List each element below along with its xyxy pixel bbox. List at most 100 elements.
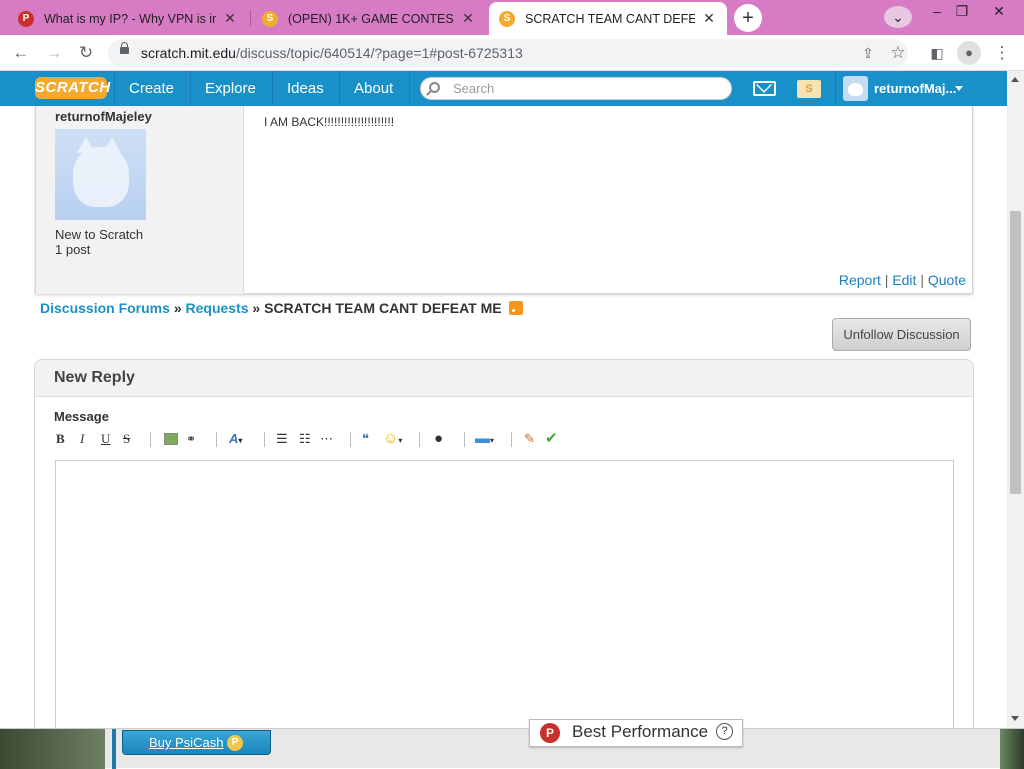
post-actions: Report | Edit | Quote <box>839 272 966 288</box>
vertical-scrollbar[interactable] <box>1007 71 1024 728</box>
avatar[interactable] <box>843 76 868 101</box>
buy-psicash-button[interactable]: Buy PsiCash P <box>122 730 271 755</box>
edit-link[interactable]: Edit <box>892 272 916 288</box>
profile-icon[interactable]: ● <box>957 41 981 65</box>
list-item-icon[interactable]: ⋯ <box>320 430 333 448</box>
scratch-navbar: SCRATCH Create Explore Ideas About Searc… <box>0 71 1007 106</box>
close-tab-icon[interactable]: ✕ <box>701 10 717 27</box>
breadcrumb-separator: » <box>252 300 261 316</box>
toolbar-separator <box>216 432 217 447</box>
message-textarea[interactable] <box>55 460 954 768</box>
cat-silhouette-icon <box>73 137 129 207</box>
unfollow-discussion-button[interactable]: Unfollow Discussion <box>832 318 971 351</box>
address-bar[interactable]: scratch.mit.edu/discuss/topic/640514/?pa… <box>108 39 908 67</box>
tab-title: SCRATCH TEAM CANT DEFEAT M <box>525 11 695 26</box>
breadcrumb-forums[interactable]: Discussion Forums <box>40 300 170 316</box>
back-arrow-icon[interactable]: ← <box>9 41 33 65</box>
nav-ideas[interactable]: Ideas <box>273 71 338 106</box>
my-stuff-icon[interactable]: S <box>797 80 821 98</box>
report-link[interactable]: Report <box>839 272 881 288</box>
quote-icon[interactable]: ❝ <box>362 430 369 448</box>
tab-separator <box>250 10 251 26</box>
editor-toolbar: B I U S ⚭ A▾ ☰ ☷ ⋯ ❝ ☺▾ ● ▬▾ ✎ ✔ <box>54 430 954 450</box>
preview-check-icon[interactable]: ✔ <box>545 430 558 448</box>
breadcrumb-category[interactable]: Requests <box>186 300 249 316</box>
underline-button[interactable]: U <box>101 430 110 448</box>
lock-icon <box>120 42 129 54</box>
browser-tab-active[interactable]: S SCRATCH TEAM CANT DEFEAT M ✕ <box>489 2 727 35</box>
smiley-icon[interactable]: ☺▾ <box>383 430 402 448</box>
scratch-favicon-icon: S <box>262 10 278 27</box>
quote-link[interactable]: Quote <box>928 272 966 288</box>
tab-search-chevron-icon[interactable]: ⌄ <box>884 6 912 28</box>
nav-divider <box>409 71 410 106</box>
font-color-letter: A <box>229 431 239 446</box>
separator: | <box>920 272 924 288</box>
nav-about[interactable]: About <box>340 71 407 106</box>
italic-button[interactable]: I <box>80 430 84 448</box>
ad-stripe <box>112 729 116 769</box>
chevron-down-icon[interactable] <box>955 86 963 91</box>
close-tab-icon[interactable]: ✕ <box>460 10 476 27</box>
scratchblocks-icon[interactable]: ▬▾ <box>475 430 494 448</box>
toolbar-separator <box>464 432 465 447</box>
post-author-name[interactable]: returnofMajeley <box>55 109 152 124</box>
author-avatar[interactable] <box>55 129 146 220</box>
nav-create[interactable]: Create <box>115 71 188 106</box>
link-icon[interactable]: ⚭ <box>186 430 196 448</box>
post-count: 1 post <box>55 242 91 257</box>
search-input[interactable]: Search <box>420 77 732 100</box>
new-reply-heading: New Reply <box>35 360 973 397</box>
close-tab-icon[interactable]: ✕ <box>222 10 238 27</box>
search-placeholder: Search <box>453 81 495 96</box>
rank-text: New to Scratch <box>55 227 144 242</box>
toolbar-separator <box>350 432 351 447</box>
forward-arrow-icon[interactable]: → <box>42 41 66 65</box>
scroll-down-icon[interactable] <box>1011 716 1019 721</box>
breadcrumb-separator: » <box>173 300 182 316</box>
page-content: returnofMajeley New to Scratch 1 post I … <box>0 106 1007 768</box>
nav-explore[interactable]: Explore <box>191 71 270 106</box>
share-icon[interactable]: ⇪ <box>856 41 880 65</box>
font-color-icon[interactable]: A▾ <box>229 430 242 448</box>
tab-title: (OPEN) 1K+ GAME CONTEST on <box>288 11 454 26</box>
restore-button[interactable]: ❐ <box>947 0 977 35</box>
sidebar-icon[interactable]: ◧ <box>925 41 949 65</box>
post-author-panel: returnofMajeley New to Scratch 1 post <box>36 106 244 294</box>
bulleted-list-icon[interactable]: ☰ <box>276 430 288 448</box>
separator: | <box>884 272 889 288</box>
globe-icon[interactable]: ● <box>434 430 443 448</box>
rss-icon[interactable] <box>509 301 524 315</box>
new-tab-button[interactable]: + <box>734 4 762 32</box>
numbered-list-icon[interactable]: ☷ <box>299 430 311 448</box>
messages-icon[interactable] <box>753 81 776 96</box>
psiphon-icon: P <box>540 723 560 743</box>
url-text: scratch.mit.edu/discuss/topic/640514/?pa… <box>141 45 523 61</box>
strike-button[interactable]: S <box>123 430 130 448</box>
psiphon-icon: P <box>18 10 34 27</box>
close-window-button[interactable]: ✕ <box>984 0 1014 35</box>
browser-toolbar: ← → ↻ scratch.mit.edu/discuss/topic/6405… <box>0 35 1024 71</box>
message-label: Message <box>54 409 109 424</box>
bold-button[interactable]: B <box>56 430 65 448</box>
nav-divider <box>835 71 836 106</box>
more-menu-icon[interactable]: ⋮ <box>990 41 1014 65</box>
scroll-up-icon[interactable] <box>1011 77 1019 82</box>
account-username[interactable]: returnofMaj... <box>874 71 956 106</box>
browser-tab[interactable]: P What is my IP? - Why VPN is imp ✕ <box>8 2 248 35</box>
forum-post: returnofMajeley New to Scratch 1 post I … <box>35 106 973 294</box>
breadcrumb: Discussion Forums » Requests » SCRATCH T… <box>40 300 524 316</box>
scratch-logo[interactable]: SCRATCH <box>35 77 110 99</box>
best-performance-badge[interactable]: P Best Performance ? <box>529 719 743 747</box>
scratch-favicon-icon: S <box>499 10 515 27</box>
post-body: I AM BACK!!!!!!!!!!!!!!!!!!!!! <box>264 115 395 129</box>
bookmark-star-icon[interactable]: ☆ <box>886 41 910 65</box>
author-rank: New to Scratch 1 post <box>55 227 143 257</box>
image-icon[interactable] <box>164 433 178 445</box>
tab-title: What is my IP? - Why VPN is imp <box>44 11 216 26</box>
reload-icon[interactable]: ↻ <box>74 41 98 65</box>
scrollbar-thumb[interactable] <box>1010 211 1021 494</box>
browser-tab[interactable]: S (OPEN) 1K+ GAME CONTEST on ✕ <box>252 2 486 35</box>
help-icon[interactable]: ? <box>716 723 733 740</box>
clean-icon[interactable]: ✎ <box>524 430 535 448</box>
